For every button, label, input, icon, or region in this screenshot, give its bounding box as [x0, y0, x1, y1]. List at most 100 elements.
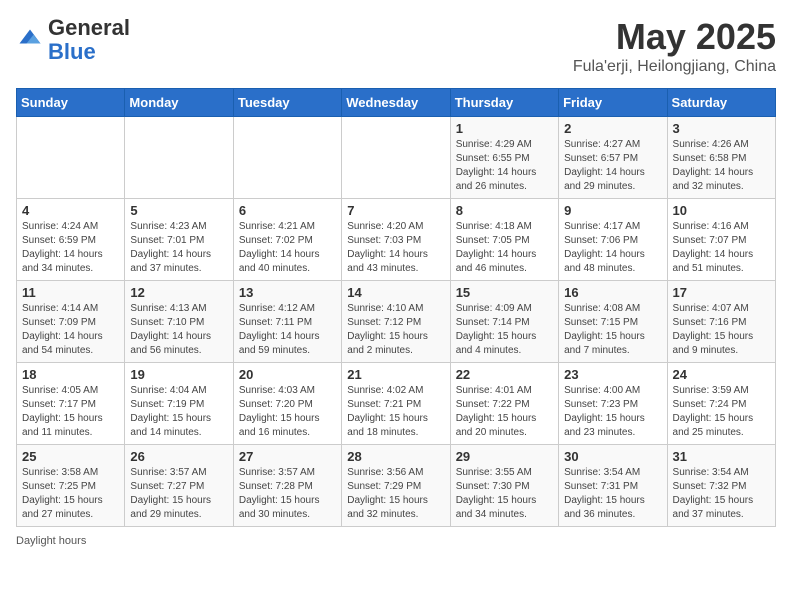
- day-cell: 30 Sunrise: 3:54 AM Sunset: 7:31 PM Dayli…: [559, 445, 667, 527]
- day-cell: 20 Sunrise: 4:03 AM Sunset: 7:20 PM Dayli…: [233, 363, 341, 445]
- day-info: Sunrise: 3:57 AM Sunset: 7:28 PM Dayligh…: [239, 466, 336, 522]
- day-cell: 3 Sunrise: 4:26 AM Sunset: 6:58 PM Daylig…: [667, 117, 775, 199]
- day-info: Sunrise: 4:05 AM Sunset: 7:17 PM Dayligh…: [22, 384, 119, 440]
- day-number: 15: [456, 285, 553, 300]
- day-cell: 24 Sunrise: 3:59 AM Sunset: 7:24 PM Dayli…: [667, 363, 775, 445]
- day-cell: 2 Sunrise: 4:27 AM Sunset: 6:57 PM Daylig…: [559, 117, 667, 199]
- day-info: Sunrise: 3:54 AM Sunset: 7:32 PM Dayligh…: [673, 466, 770, 522]
- day-info: Sunrise: 4:00 AM Sunset: 7:23 PM Dayligh…: [564, 384, 661, 440]
- day-info: Sunrise: 4:27 AM Sunset: 6:57 PM Dayligh…: [564, 138, 661, 194]
- logo-icon: [16, 26, 44, 54]
- day-cell: [17, 117, 125, 199]
- day-cell: 8 Sunrise: 4:18 AM Sunset: 7:05 PM Daylig…: [450, 199, 558, 281]
- day-cell: 11 Sunrise: 4:14 AM Sunset: 7:09 PM Dayli…: [17, 281, 125, 363]
- day-cell: 22Sunrise: 4:01 AM Sunset: 7:22 PM Dayli…: [450, 363, 558, 445]
- day-number: 25: [22, 449, 119, 464]
- day-info: Sunrise: 3:55 AM Sunset: 7:30 PM Dayligh…: [456, 466, 553, 522]
- day-number: 20: [239, 367, 336, 382]
- header-wednesday: Wednesday: [342, 89, 450, 117]
- header-thursday: Thursday: [450, 89, 558, 117]
- day-cell: 12Sunrise: 4:13 AM Sunset: 7:10 PM Dayli…: [125, 281, 233, 363]
- day-info: Sunrise: 4:26 AM Sunset: 6:58 PM Dayligh…: [673, 138, 770, 194]
- day-cell: 10 Sunrise: 4:16 AM Sunset: 7:07 PM Dayli…: [667, 199, 775, 281]
- footer-text: Daylight hours: [16, 535, 86, 547]
- day-number: 8: [456, 203, 553, 218]
- day-cell: 19 Sunrise: 4:04 AM Sunset: 7:19 PM Dayli…: [125, 363, 233, 445]
- day-number: 31: [673, 449, 770, 464]
- day-number: 21: [347, 367, 444, 382]
- day-info: Sunrise: 4:14 AM Sunset: 7:09 PM Dayligh…: [22, 302, 119, 358]
- day-cell: 25 Sunrise: 3:58 AM Sunset: 7:25 PM Dayli…: [17, 445, 125, 527]
- page-header: General Blue May 2025 Fula'erji, Heilong…: [16, 16, 776, 76]
- day-cell: 5Sunrise: 4:23 AM Sunset: 7:01 PM Daylig…: [125, 199, 233, 281]
- day-cell: 15Sunrise: 4:09 AM Sunset: 7:14 PM Dayli…: [450, 281, 558, 363]
- day-cell: [125, 117, 233, 199]
- day-info: Sunrise: 3:58 AM Sunset: 7:25 PM Dayligh…: [22, 466, 119, 522]
- logo-blue-text: Blue: [48, 39, 96, 64]
- day-cell: 13Sunrise: 4:12 AM Sunset: 7:11 PM Dayli…: [233, 281, 341, 363]
- day-number: 3: [673, 121, 770, 136]
- day-info: Sunrise: 4:01 AM Sunset: 7:22 PM Dayligh…: [456, 384, 553, 440]
- day-number: 6: [239, 203, 336, 218]
- day-info: Sunrise: 4:20 AM Sunset: 7:03 PM Dayligh…: [347, 220, 444, 276]
- day-number: 24: [673, 367, 770, 382]
- day-info: Sunrise: 3:57 AM Sunset: 7:27 PM Dayligh…: [130, 466, 227, 522]
- day-number: 17: [673, 285, 770, 300]
- day-cell: 9 Sunrise: 4:17 AM Sunset: 7:06 PM Daylig…: [559, 199, 667, 281]
- title-block: May 2025 Fula'erji, Heilongjiang, China: [573, 16, 776, 76]
- day-cell: 21Sunrise: 4:02 AM Sunset: 7:21 PM Dayli…: [342, 363, 450, 445]
- week-row-1: 4Sunrise: 4:24 AM Sunset: 6:59 PM Daylig…: [17, 199, 776, 281]
- day-info: Sunrise: 4:04 AM Sunset: 7:19 PM Dayligh…: [130, 384, 227, 440]
- day-cell: 4Sunrise: 4:24 AM Sunset: 6:59 PM Daylig…: [17, 199, 125, 281]
- day-info: Sunrise: 4:16 AM Sunset: 7:07 PM Dayligh…: [673, 220, 770, 276]
- day-cell: 6 Sunrise: 4:21 AM Sunset: 7:02 PM Daylig…: [233, 199, 341, 281]
- day-info: Sunrise: 4:29 AM Sunset: 6:55 PM Dayligh…: [456, 138, 553, 194]
- day-cell: 14 Sunrise: 4:10 AM Sunset: 7:12 PM Dayli…: [342, 281, 450, 363]
- day-info: Sunrise: 4:12 AM Sunset: 7:11 PM Dayligh…: [239, 302, 336, 358]
- day-cell: 1 Sunrise: 4:29 AM Sunset: 6:55 PM Daylig…: [450, 117, 558, 199]
- day-info: Sunrise: 4:17 AM Sunset: 7:06 PM Dayligh…: [564, 220, 661, 276]
- week-row-4: 25 Sunrise: 3:58 AM Sunset: 7:25 PM Dayli…: [17, 445, 776, 527]
- week-row-2: 11 Sunrise: 4:14 AM Sunset: 7:09 PM Dayli…: [17, 281, 776, 363]
- day-info: Sunrise: 3:59 AM Sunset: 7:24 PM Dayligh…: [673, 384, 770, 440]
- day-info: Sunrise: 3:56 AM Sunset: 7:29 PM Dayligh…: [347, 466, 444, 522]
- day-info: Sunrise: 4:08 AM Sunset: 7:15 PM Dayligh…: [564, 302, 661, 358]
- day-cell: 26Sunrise: 3:57 AM Sunset: 7:27 PM Dayli…: [125, 445, 233, 527]
- day-number: 1: [456, 121, 553, 136]
- day-info: Sunrise: 4:10 AM Sunset: 7:12 PM Dayligh…: [347, 302, 444, 358]
- day-info: Sunrise: 4:18 AM Sunset: 7:05 PM Dayligh…: [456, 220, 553, 276]
- month-title: May 2025: [573, 16, 776, 58]
- day-number: 11: [22, 285, 119, 300]
- day-number: 12: [130, 285, 227, 300]
- day-number: 18: [22, 367, 119, 382]
- logo: General Blue: [16, 16, 130, 64]
- day-number: 19: [130, 367, 227, 382]
- day-info: Sunrise: 3:54 AM Sunset: 7:31 PM Dayligh…: [564, 466, 661, 522]
- day-info: Sunrise: 4:24 AM Sunset: 6:59 PM Dayligh…: [22, 220, 119, 276]
- day-cell: 16 Sunrise: 4:08 AM Sunset: 7:15 PM Dayli…: [559, 281, 667, 363]
- day-number: 16: [564, 285, 661, 300]
- day-number: 10: [673, 203, 770, 218]
- header-row: SundayMondayTuesdayWednesdayThursdayFrid…: [17, 89, 776, 117]
- header-tuesday: Tuesday: [233, 89, 341, 117]
- week-row-0: 1 Sunrise: 4:29 AM Sunset: 6:55 PM Daylig…: [17, 117, 776, 199]
- calendar-table: SundayMondayTuesdayWednesdayThursdayFrid…: [16, 88, 776, 527]
- day-info: Sunrise: 4:21 AM Sunset: 7:02 PM Dayligh…: [239, 220, 336, 276]
- day-cell: 18 Sunrise: 4:05 AM Sunset: 7:17 PM Dayli…: [17, 363, 125, 445]
- day-number: 14: [347, 285, 444, 300]
- day-number: 29: [456, 449, 553, 464]
- day-number: 2: [564, 121, 661, 136]
- day-number: 5: [130, 203, 227, 218]
- day-cell: 27 Sunrise: 3:57 AM Sunset: 7:28 PM Dayli…: [233, 445, 341, 527]
- day-number: 27: [239, 449, 336, 464]
- day-cell: 7Sunrise: 4:20 AM Sunset: 7:03 PM Daylig…: [342, 199, 450, 281]
- day-cell: 23Sunrise: 4:00 AM Sunset: 7:23 PM Dayli…: [559, 363, 667, 445]
- day-cell: 29 Sunrise: 3:55 AM Sunset: 7:30 PM Dayli…: [450, 445, 558, 527]
- day-number: 9: [564, 203, 661, 218]
- day-info: Sunrise: 4:03 AM Sunset: 7:20 PM Dayligh…: [239, 384, 336, 440]
- day-cell: [342, 117, 450, 199]
- day-number: 30: [564, 449, 661, 464]
- day-cell: [233, 117, 341, 199]
- location: Fula'erji, Heilongjiang, China: [573, 58, 776, 76]
- day-info: Sunrise: 4:07 AM Sunset: 7:16 PM Dayligh…: [673, 302, 770, 358]
